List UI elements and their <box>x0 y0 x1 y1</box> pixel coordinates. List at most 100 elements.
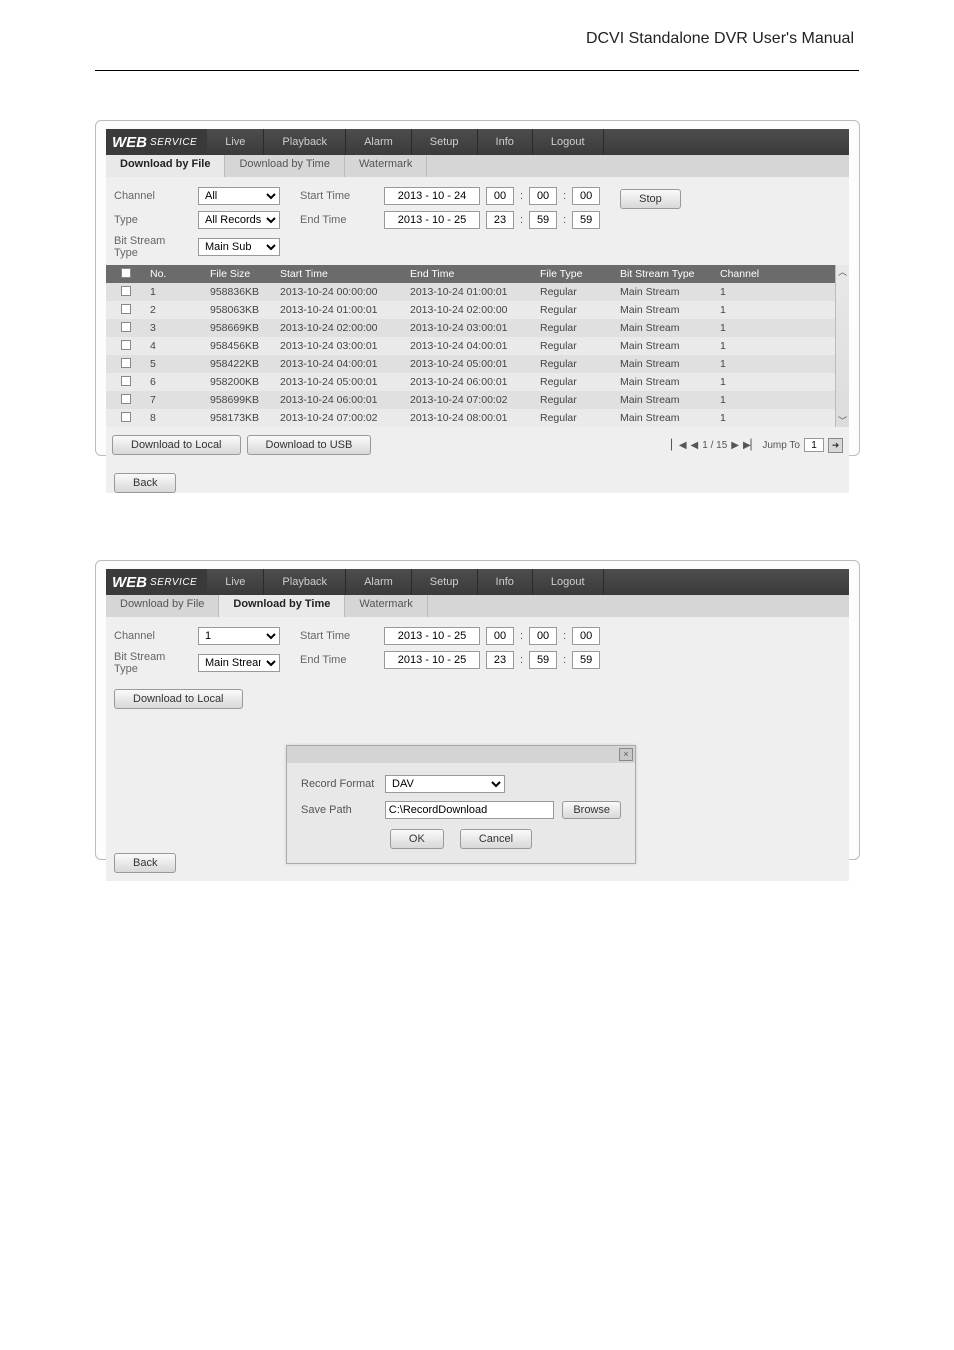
pager: ▏◀ ◀ 1 / 15 ▶ ▶▏ Jump To ➜ <box>671 438 843 453</box>
tab-download-by-file[interactable]: Download by File <box>106 155 225 177</box>
table-row[interactable]: 3958669KB2013-10-24 02:00:002013-10-24 0… <box>106 319 849 337</box>
start-h-input[interactable] <box>486 627 514 645</box>
ok-button[interactable]: OK <box>390 829 444 849</box>
download-to-local-button[interactable]: Download to Local <box>114 689 243 709</box>
row-checkbox[interactable] <box>121 304 131 314</box>
tab-download-by-time[interactable]: Download by Time <box>219 595 345 617</box>
type-select[interactable]: All Records <box>198 211 280 229</box>
vertical-scrollbar[interactable]: ︿ ﹀ <box>835 265 849 427</box>
row-checkbox[interactable] <box>121 412 131 422</box>
start-h-input[interactable] <box>486 187 514 205</box>
cancel-button[interactable]: Cancel <box>460 829 532 849</box>
scroll-up-icon[interactable]: ︿ <box>836 265 849 278</box>
nav-info[interactable]: Info <box>478 569 533 595</box>
cell-start: 2013-10-24 04:00:01 <box>276 358 406 370</box>
cell-end: 2013-10-24 04:00:01 <box>406 340 536 352</box>
col-stream: Bit Stream Type <box>616 268 716 280</box>
channel-label: Channel <box>114 630 192 642</box>
nav-setup[interactable]: Setup <box>412 129 478 155</box>
tab-watermark[interactable]: Watermark <box>345 595 427 617</box>
jump-input[interactable] <box>804 438 824 452</box>
col-type: File Type <box>536 268 616 280</box>
bitstream-label: Bit Stream Type <box>114 651 192 675</box>
row-checkbox[interactable] <box>121 394 131 404</box>
nav-logout[interactable]: Logout <box>533 129 604 155</box>
nav-alarm[interactable]: Alarm <box>346 129 412 155</box>
channel-select[interactable]: 1 <box>198 627 280 645</box>
browse-button[interactable]: Browse <box>562 801 621 819</box>
nav-alarm[interactable]: Alarm <box>346 569 412 595</box>
nav-logout[interactable]: Logout <box>533 569 604 595</box>
brand-main: WEB <box>112 574 147 591</box>
start-s-input[interactable] <box>572 627 600 645</box>
table-row[interactable]: 8958173KB2013-10-24 07:00:022013-10-24 0… <box>106 409 849 427</box>
table-row[interactable]: 4958456KB2013-10-24 03:00:012013-10-24 0… <box>106 337 849 355</box>
bitstream-select[interactable]: Main Stream <box>198 654 280 672</box>
download-to-local-button[interactable]: Download to Local <box>112 435 241 455</box>
end-m-input[interactable] <box>529 651 557 669</box>
stop-button[interactable]: Stop <box>620 189 681 209</box>
cell-start: 2013-10-24 07:00:02 <box>276 412 406 424</box>
table-row[interactable]: 2958063KB2013-10-24 01:00:012013-10-24 0… <box>106 301 849 319</box>
close-icon[interactable]: × <box>619 748 633 761</box>
nav-setup[interactable]: Setup <box>412 569 478 595</box>
cell-channel: 1 <box>716 286 786 298</box>
pager-go-icon[interactable]: ➜ <box>828 438 843 453</box>
pager-next-icon[interactable]: ▶ <box>731 440 739 451</box>
tab-download-by-file[interactable]: Download by File <box>106 595 219 617</box>
end-date-input[interactable] <box>384 211 480 229</box>
channel-select[interactable]: All <box>198 187 280 205</box>
row-checkbox[interactable] <box>121 340 131 350</box>
save-path-input[interactable] <box>385 801 555 819</box>
cell-stream: Main Stream <box>616 304 716 316</box>
channel-label: Channel <box>114 190 192 202</box>
row-checkbox[interactable] <box>121 286 131 296</box>
pager-first-icon[interactable]: ▏◀ <box>671 440 686 451</box>
nav-fill <box>604 569 849 595</box>
records-table: No. File Size Start Time End Time File T… <box>106 265 849 427</box>
start-m-input[interactable] <box>529 627 557 645</box>
cell-stream: Main Stream <box>616 376 716 388</box>
cell-end: 2013-10-24 06:00:01 <box>406 376 536 388</box>
end-h-input[interactable] <box>486 651 514 669</box>
start-s-input[interactable] <box>572 187 600 205</box>
nav-info[interactable]: Info <box>478 129 533 155</box>
cell-type: Regular <box>536 304 616 316</box>
end-date-input[interactable] <box>384 651 480 669</box>
end-s-input[interactable] <box>572 211 600 229</box>
pager-prev-icon[interactable]: ◀ <box>691 440 699 451</box>
screenshot-download-by-file: WEB SERVICE Live Playback Alarm Setup In… <box>95 120 860 456</box>
nav-playback[interactable]: Playback <box>264 569 346 595</box>
row-checkbox[interactable] <box>121 322 131 332</box>
start-date-input[interactable] <box>384 627 480 645</box>
cell-type: Regular <box>536 322 616 334</box>
table-row[interactable]: 1958836KB2013-10-24 00:00:002013-10-24 0… <box>106 283 849 301</box>
tab-watermark[interactable]: Watermark <box>345 155 427 177</box>
nav-live[interactable]: Live <box>207 569 264 595</box>
end-h-input[interactable] <box>486 211 514 229</box>
back-button[interactable]: Back <box>114 853 176 873</box>
table-row[interactable]: 5958422KB2013-10-24 04:00:012013-10-24 0… <box>106 355 849 373</box>
end-s-input[interactable] <box>572 651 600 669</box>
scroll-down-icon[interactable]: ﹀ <box>836 414 849 427</box>
cell-end: 2013-10-24 05:00:01 <box>406 358 536 370</box>
cell-size: 958422KB <box>206 358 276 370</box>
download-dialog: × Record Format DAV Save Path Browse OK … <box>286 745 636 864</box>
bitstream-select[interactable]: Main Sub <box>198 238 280 256</box>
back-button[interactable]: Back <box>114 473 176 493</box>
tab-download-by-time[interactable]: Download by Time <box>225 155 345 177</box>
download-to-usb-button[interactable]: Download to USB <box>247 435 372 455</box>
row-checkbox[interactable] <box>121 358 131 368</box>
table-row[interactable]: 6958200KB2013-10-24 05:00:012013-10-24 0… <box>106 373 849 391</box>
start-m-input[interactable] <box>529 187 557 205</box>
table-row[interactable]: 7958699KB2013-10-24 06:00:012013-10-24 0… <box>106 391 849 409</box>
pager-last-icon[interactable]: ▶▏ <box>743 440 758 451</box>
record-format-select[interactable]: DAV <box>385 775 505 793</box>
select-all-checkbox[interactable] <box>121 268 131 278</box>
start-date-input[interactable] <box>384 187 480 205</box>
nav-playback[interactable]: Playback <box>264 129 346 155</box>
nav-live[interactable]: Live <box>207 129 264 155</box>
tab-fill <box>428 595 849 617</box>
row-checkbox[interactable] <box>121 376 131 386</box>
end-m-input[interactable] <box>529 211 557 229</box>
